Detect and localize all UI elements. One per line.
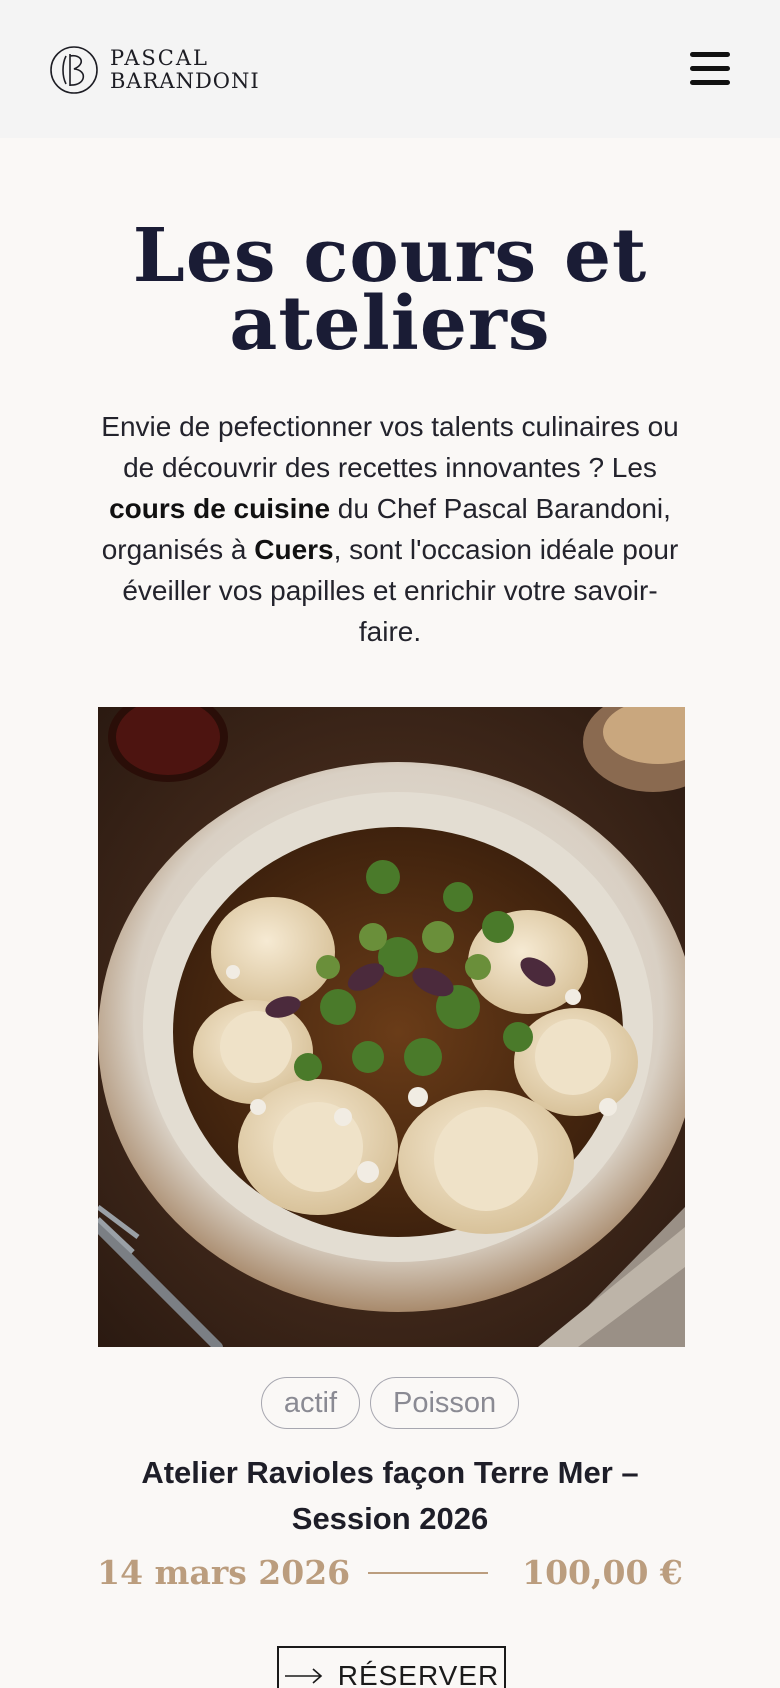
intro-bold-cuers: Cuers: [254, 534, 334, 565]
page-title-line2: ateliers: [229, 281, 551, 367]
page-title: Les cours et ateliers: [60, 219, 720, 361]
brand-logo[interactable]: PASCAL BARANDONI: [48, 44, 260, 96]
meta-divider: [368, 1571, 489, 1574]
logo-wordmark: PASCAL BARANDONI: [110, 48, 260, 92]
course-meta: 14 mars 2026 100,00 €: [0, 1553, 780, 1592]
menu-bar: [690, 66, 730, 71]
intro-paragraph: Envie de pefectionner vos talents culina…: [95, 406, 685, 652]
site-header: PASCAL BARANDONI: [0, 0, 780, 138]
intro-bold-cours: cours de cuisine: [109, 493, 331, 524]
reserve-button[interactable]: RÉSERVER: [277, 1646, 506, 1688]
menu-bar: [690, 52, 730, 57]
course-image[interactable]: [98, 707, 685, 1347]
ravioli-dish-illustration: [98, 707, 685, 1347]
reserve-label: RÉSERVER: [337, 1660, 500, 1688]
arrow-right-icon: [284, 1667, 324, 1685]
intro-text-1: Envie de pefectionner vos talents culina…: [101, 411, 679, 483]
course-tags: actif Poisson: [0, 1377, 780, 1429]
tag-poisson[interactable]: Poisson: [370, 1377, 520, 1429]
logo-line-barandoni: BARANDONI: [110, 69, 260, 93]
course-date: 14 mars 2026: [97, 1553, 351, 1592]
hamburger-icon[interactable]: [690, 52, 732, 86]
course-title[interactable]: Atelier Ravioles façon Terre Mer – Sessi…: [80, 1450, 700, 1542]
menu-bar: [690, 80, 730, 85]
logo-monogram-icon: [50, 46, 98, 94]
course-price: 100,00 €: [522, 1553, 683, 1592]
logo-line-pascal: PASCAL: [110, 46, 209, 70]
tag-actif[interactable]: actif: [260, 1377, 360, 1429]
